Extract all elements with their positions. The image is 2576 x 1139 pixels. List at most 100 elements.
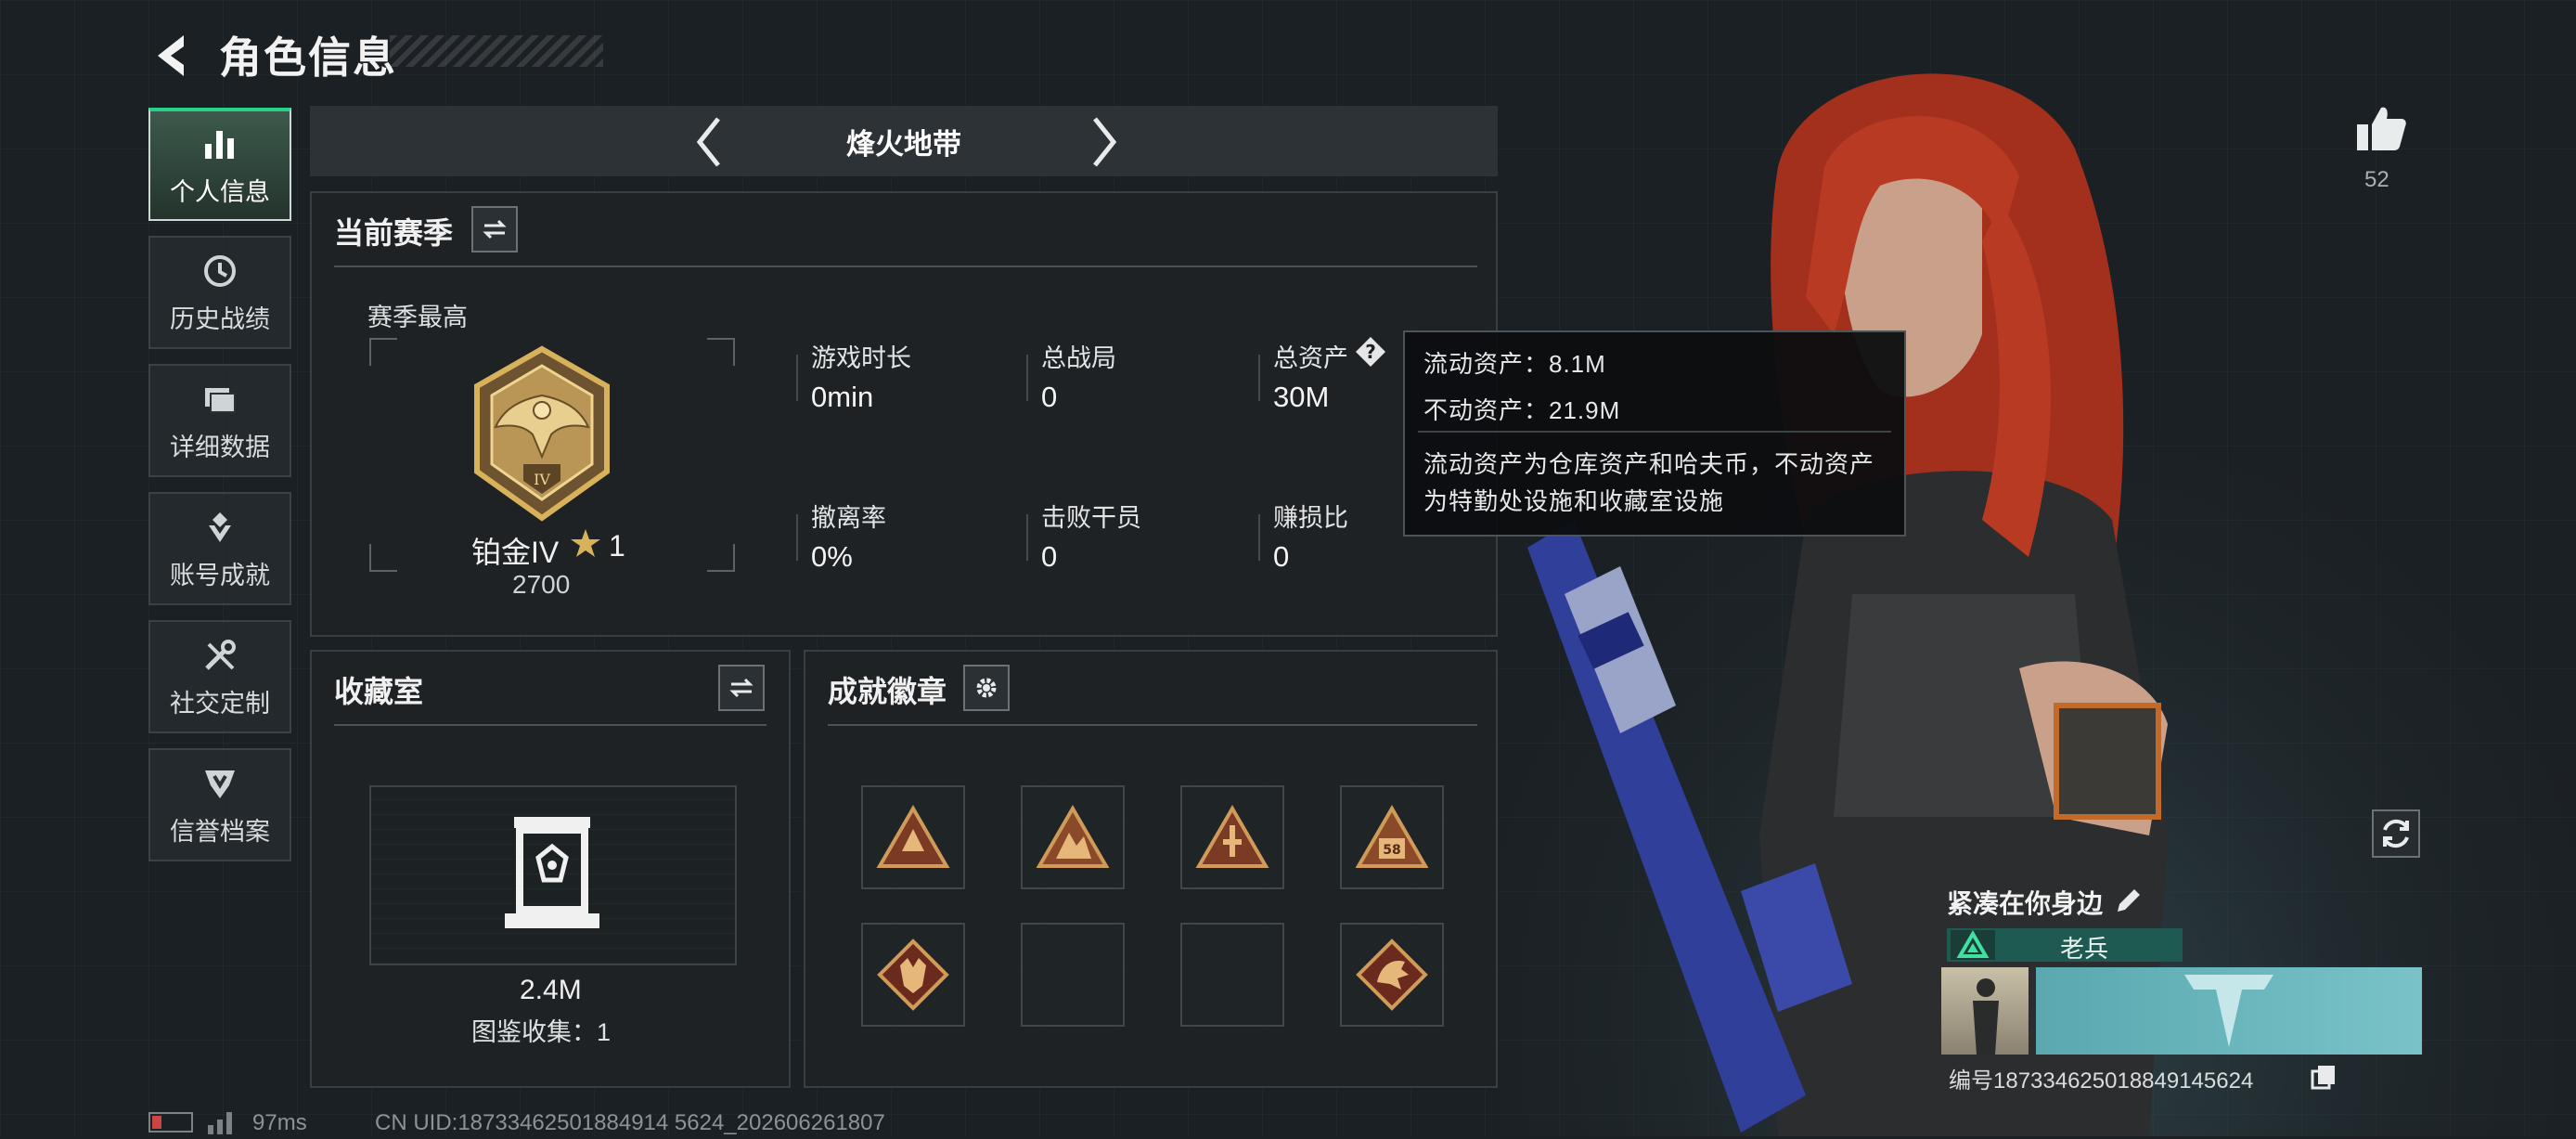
avatar-silhouette [1973, 978, 1999, 1055]
rotate-view-button[interactable] [2372, 809, 2420, 858]
tier-bar: 老兵 [1947, 928, 2183, 963]
stat-value-play-time: 0min [811, 381, 874, 413]
stat-value-profit-ratio: 0 [1273, 540, 1290, 573]
back-arrow-icon [158, 35, 184, 76]
frame-corner [369, 338, 397, 366]
stat-separator [1258, 514, 1260, 561]
bar-chart-icon [200, 123, 240, 164]
frame-corner [707, 338, 735, 366]
prev-mode-button[interactable] [687, 110, 733, 175]
tooltip-desc-line2: 为特勤处设施和收藏室设施 [1423, 487, 1725, 515]
badge-slot-empty[interactable] [1180, 923, 1284, 1027]
sidebar-item-label: 社交定制 [170, 689, 270, 718]
tooltip-fixed-assets: 不动资产：21.9M [1423, 396, 1621, 424]
badge-slot-8[interactable] [1340, 923, 1444, 1027]
tier-emblem-icon [1951, 930, 1995, 960]
character-showcase [1500, 0, 2576, 1136]
next-mode-button[interactable] [1080, 110, 1127, 175]
assets-tooltip: 流动资产：8.1M 不动资产：21.9M 流动资产为仓库资产和哈夫币，不动资产 … [1403, 330, 1906, 537]
chevron-left-icon [696, 117, 720, 167]
back-button[interactable] [147, 28, 202, 84]
badge-slot-empty[interactable] [1021, 923, 1125, 1027]
signal-icon [206, 1107, 239, 1134]
rank-score: 2700 [512, 570, 571, 599]
catalog-count: 图鉴收集：1 [471, 1018, 612, 1046]
achievement-settings-button[interactable] [963, 665, 1010, 711]
wolf-badge-icon [877, 938, 949, 1011]
frame-corner [369, 544, 397, 572]
achievement-icon [200, 507, 240, 548]
player-id: 编号1873346250188491456​24 [1949, 1068, 2254, 1094]
player-name: 紧凑在你身边 [1947, 889, 2104, 918]
stat-value-total-assets: 30M [1273, 381, 1330, 413]
sidebar-item-label: 历史战绩 [170, 304, 270, 333]
stat-value-total-matches: 0 [1041, 381, 1058, 413]
swap-icon [483, 219, 507, 239]
svg-text:58: 58 [1383, 843, 1400, 858]
stat-separator [796, 514, 798, 561]
badge-slot-2[interactable] [1021, 785, 1125, 889]
thumbs-up-icon [2357, 107, 2406, 150]
stat-separator [796, 355, 798, 401]
sidebar-item-social[interactable]: 社交定制 [148, 620, 291, 733]
display-case-icon [505, 817, 599, 928]
sidebar-item-credit[interactable]: 信誉档案 [148, 748, 291, 861]
like-count: 52 [2364, 167, 2389, 192]
stat-value-extraction-rate: 0% [811, 540, 853, 573]
rank-name: 铂金IV [471, 536, 560, 569]
triangle-badge-icon [1036, 805, 1110, 868]
player-avatar[interactable] [1941, 967, 2029, 1055]
platinum-rank-emblem: IV [468, 345, 616, 522]
season-divider [334, 265, 1477, 267]
edit-name-button[interactable] [2112, 886, 2144, 917]
collection-title: 收藏室 [334, 675, 424, 708]
badge-slot-5[interactable] [861, 923, 965, 1027]
badge-slot-1[interactable] [861, 785, 965, 889]
stat-label-profit-ratio: 赚损比 [1273, 504, 1348, 532]
footer-uid: CN UID:18733462501884914 5624_2026062618… [375, 1110, 885, 1135]
stat-label-play-time: 游戏时长 [811, 344, 911, 372]
badge-slot-4[interactable]: 58 [1340, 785, 1444, 889]
tier-label: 老兵 [2059, 935, 2108, 963]
player-banner[interactable] [2036, 967, 2422, 1055]
pencil-icon [2118, 889, 2140, 912]
sidebar-item-personal-info[interactable]: 个人信息 [148, 108, 291, 221]
collection-divider [334, 724, 766, 726]
stat-label-total-matches: 总战局 [1041, 344, 1116, 372]
credit-shield-icon [200, 763, 240, 804]
star-icon [570, 527, 601, 559]
stat-value-kills: 0 [1041, 540, 1058, 573]
collection-display-case[interactable] [369, 785, 737, 965]
tooltip-liquid-assets: 流动资产：8.1M [1423, 350, 1606, 378]
title-decoration [390, 35, 603, 67]
stat-separator [1258, 355, 1260, 401]
mode-name: 烽火地带 [846, 128, 961, 161]
triangle-badge-icon [1195, 805, 1269, 868]
sidebar-item-label: 个人信息 [170, 177, 270, 206]
help-icon[interactable]: ? [1355, 336, 1386, 368]
sidebar-item-history[interactable]: 历史战绩 [148, 236, 291, 349]
triangle-badge-icon [876, 805, 950, 868]
stat-label-total-assets: 总资产 [1273, 344, 1348, 372]
collection-switch-button[interactable] [718, 665, 765, 711]
achievements-divider [828, 724, 1477, 726]
badge-slot-3[interactable] [1180, 785, 1284, 889]
svg-text:IV: IV [534, 471, 550, 488]
rank-stars: 1 [609, 529, 625, 563]
like-button[interactable] [2353, 100, 2409, 156]
sidebar-item-detailed-data[interactable]: 详细数据 [148, 364, 291, 477]
dragon-badge-icon [1356, 938, 1428, 1011]
gear-icon [976, 678, 997, 698]
refresh-icon [2383, 819, 2409, 848]
operator-character-image [1500, 0, 2576, 1136]
achievements-title: 成就徽章 [828, 675, 947, 708]
sidebar-item-achievements[interactable]: 账号成就 [148, 492, 291, 605]
ping-value: 97ms [252, 1110, 307, 1135]
triangle-badge-icon: 58 [1355, 805, 1429, 868]
swap-icon [729, 678, 753, 698]
collection-value: 2.4M [520, 975, 582, 1005]
season-switch-button[interactable] [471, 206, 518, 252]
frame-corner [707, 544, 735, 572]
copy-id-button[interactable] [2311, 1064, 2337, 1090]
tooltip-desc-line1: 流动资产为仓库资产和哈夫币，不动资产 [1423, 450, 1875, 478]
